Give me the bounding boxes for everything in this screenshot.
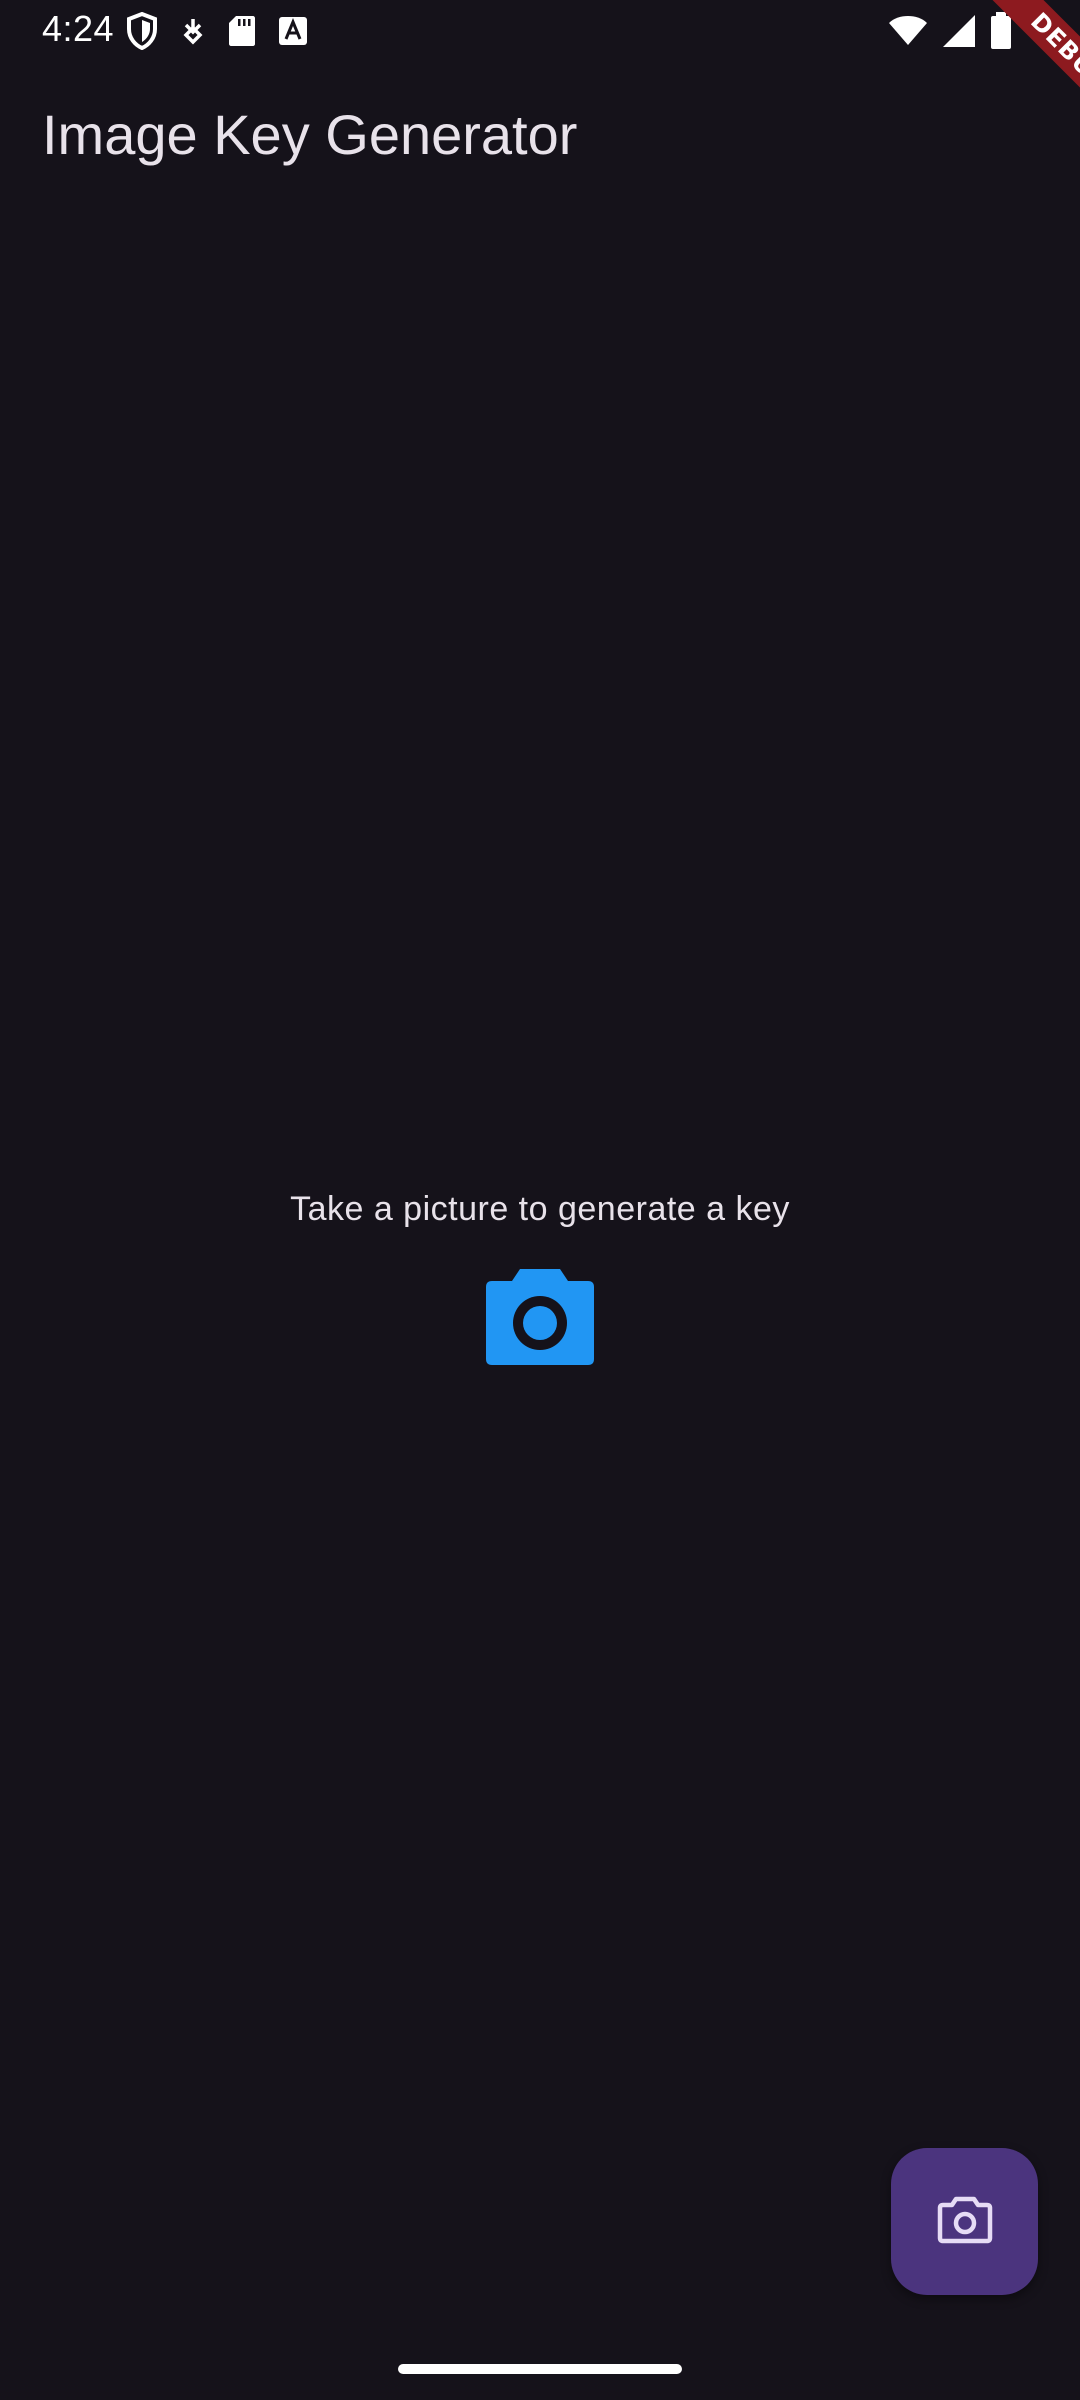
status-bar: 4:24 xyxy=(0,0,1080,64)
wifi-icon xyxy=(888,15,928,52)
font-a-icon xyxy=(278,16,308,46)
app-bar: Image Key Generator xyxy=(0,64,1080,204)
battery-icon xyxy=(990,12,1012,55)
status-notification-icons xyxy=(126,12,308,50)
download-icon xyxy=(180,16,206,46)
app-screen: 4:24 DEBUG Image Key Generator Take a pi… xyxy=(0,0,1080,2400)
camera-icon xyxy=(484,1267,596,1372)
prompt-text: Take a picture to generate a key xyxy=(290,1190,790,1228)
app-title: Image Key Generator xyxy=(42,103,578,166)
shield-icon xyxy=(126,12,158,50)
sd-card-icon xyxy=(228,14,256,48)
status-system-icons xyxy=(888,12,1012,55)
gesture-nav-bar[interactable] xyxy=(398,2364,682,2374)
cell-signal-icon xyxy=(942,14,976,53)
take-picture-fab[interactable] xyxy=(891,2148,1038,2295)
camera-outline-icon xyxy=(937,2194,993,2249)
status-time: 4:24 xyxy=(42,8,115,49)
main-content: Take a picture to generate a key xyxy=(0,1190,1080,1372)
